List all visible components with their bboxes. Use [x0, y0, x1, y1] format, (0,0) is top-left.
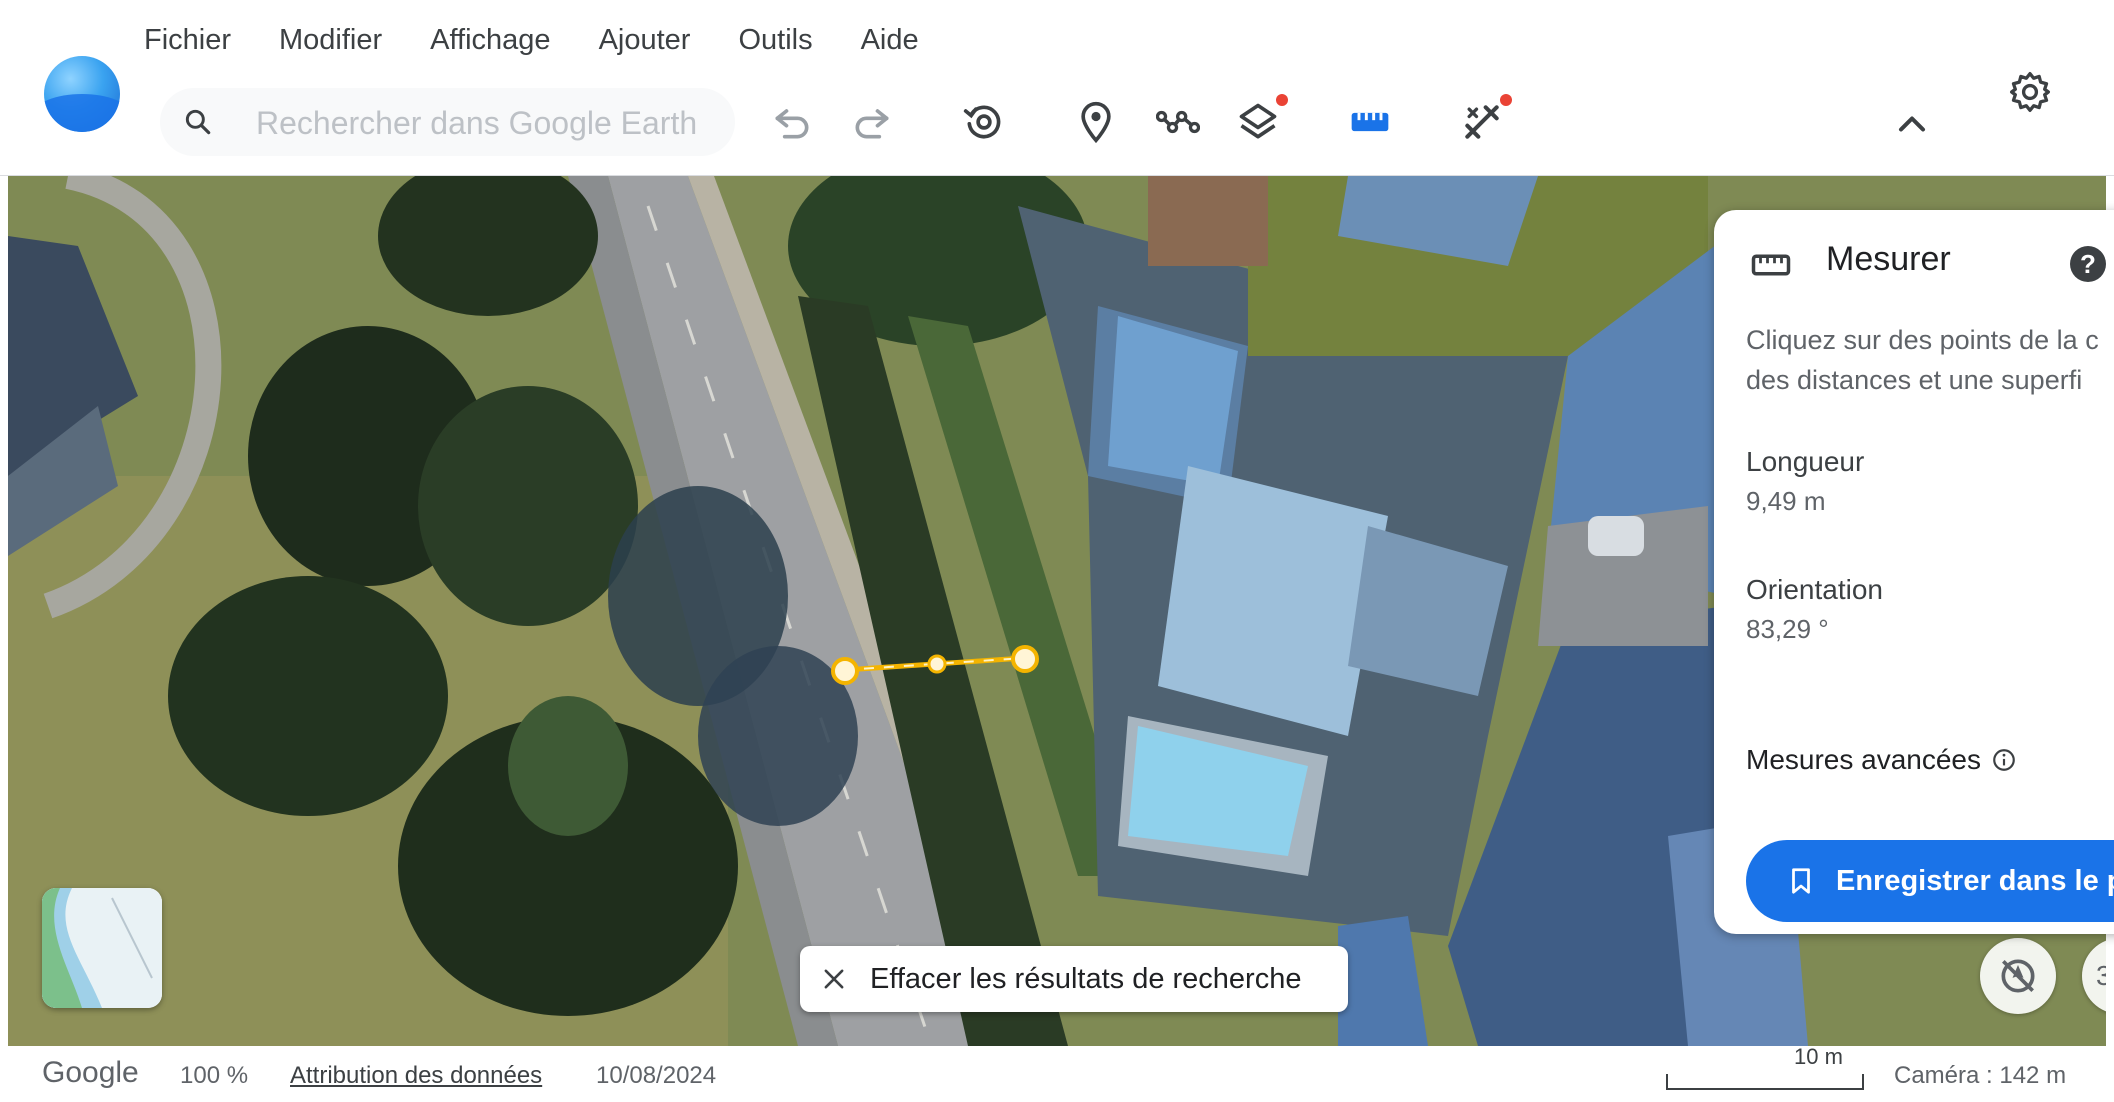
placemark-button[interactable]	[1068, 94, 1124, 150]
minimap-image	[42, 888, 162, 1008]
history-icon	[963, 105, 1001, 139]
search-box[interactable]	[160, 88, 735, 156]
zoom-level: 100 %	[180, 1062, 249, 1089]
measure-midpoint[interactable]	[927, 654, 947, 674]
measure-point-start[interactable]	[830, 656, 860, 686]
menu-aide[interactable]: Aide	[861, 20, 919, 60]
tools-icon	[1465, 105, 1499, 139]
measure-point-end[interactable]	[1010, 644, 1040, 674]
orientation-value: 83,29 °	[1746, 614, 1829, 644]
undo-icon	[775, 109, 809, 139]
bookmark-icon	[1792, 868, 1810, 894]
menu-affichage[interactable]: Affichage	[430, 20, 550, 60]
status-bar: Google 100 % Attribution des données 10/…	[0, 1044, 2114, 1102]
info-icon[interactable]	[1991, 747, 2017, 773]
search-icon	[185, 109, 211, 135]
advanced-measurements-label: Mesures avancées	[1746, 744, 1982, 775]
description-line-2: des distances et une superfi	[1746, 365, 2083, 395]
redo-button[interactable]	[844, 94, 900, 150]
measure-panel-title: Mesurer	[1826, 240, 1951, 278]
scale-bar: 10 m	[1666, 1044, 1864, 1090]
measure-tool-button[interactable]	[1342, 94, 1398, 150]
help-icon[interactable]: ?	[2070, 246, 2106, 282]
ruler-icon	[1751, 254, 1791, 276]
overview-minimap[interactable]	[42, 888, 162, 1008]
layers-notification-dot	[1276, 94, 1288, 106]
path-icon	[1156, 110, 1200, 134]
north-up-button[interactable]	[1980, 938, 2056, 1014]
menu-outils[interactable]: Outils	[738, 20, 812, 60]
settings-button[interactable]	[2002, 64, 2058, 120]
google-wordmark: Google	[42, 1056, 139, 1089]
clear-search-results-label: Effacer les résultats de recherche	[870, 962, 1302, 995]
menu-ajouter[interactable]: Ajouter	[599, 20, 691, 60]
chevron-up-icon	[1898, 116, 1926, 132]
menu-bar: Fichier Modifier Affichage Ajouter Outil…	[144, 20, 967, 60]
ruler-icon	[1351, 112, 1389, 132]
advanced-measurements-row[interactable]: Mesures avancées	[1746, 744, 2017, 776]
length-value: 9,49 m	[1746, 486, 1826, 516]
google-earth-logo[interactable]	[44, 56, 120, 132]
data-attribution-link[interactable]: Attribution des données	[290, 1062, 542, 1090]
tools-notification-dot	[1500, 94, 1512, 106]
placemark-icon	[1081, 101, 1111, 144]
path-button[interactable]	[1150, 94, 1206, 150]
description-line-1: Cliquez sur des points de la c	[1746, 325, 2099, 355]
length-label: Longueur	[1746, 446, 1865, 477]
compass-off-icon	[2001, 959, 2035, 993]
close-icon	[824, 969, 844, 989]
save-to-project-label: Enregistrer dans le pr	[1836, 864, 2114, 897]
clear-search-results-button[interactable]: Effacer les résultats de recherche	[800, 946, 1348, 1012]
gear-icon	[2010, 72, 2050, 112]
collapse-toolbar-button[interactable]	[1884, 96, 1940, 152]
measure-panel: Mesurer ? Cliquez sur des points de la c…	[1714, 210, 2114, 934]
search-input[interactable]	[254, 98, 718, 148]
orientation-label: Orientation	[1746, 574, 1883, 605]
camera-altitude: Caméra : 142 m	[1894, 1062, 2067, 1089]
measure-panel-description: Cliquez sur des points de la c des dista…	[1746, 320, 2114, 400]
history-button[interactable]	[956, 94, 1012, 150]
save-to-project-button[interactable]: Enregistrer dans le pr	[1746, 840, 2114, 922]
app-header: Fichier Modifier Affichage Ajouter Outil…	[0, 0, 2114, 176]
undo-button[interactable]	[764, 94, 820, 150]
menu-fichier[interactable]: Fichier	[144, 20, 231, 60]
layers-icon	[1239, 103, 1277, 139]
imagery-date: 10/08/2024	[596, 1062, 717, 1089]
scale-label: 10 m	[1794, 1044, 1843, 1069]
redo-icon	[855, 109, 889, 139]
menu-modifier[interactable]: Modifier	[279, 20, 382, 60]
